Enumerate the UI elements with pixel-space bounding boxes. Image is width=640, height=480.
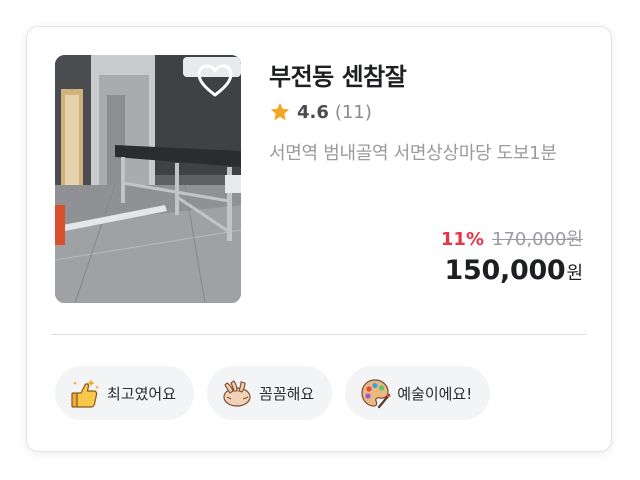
- review-keyword-chips: 최고였어요 꼼꼼해요 예술이에요!: [55, 366, 491, 420]
- thumbs-up-sparkle-icon: [71, 379, 100, 408]
- heart-outline-icon: [197, 64, 233, 97]
- divider: [51, 334, 587, 335]
- star-icon: [270, 102, 290, 121]
- favorite-button[interactable]: [195, 61, 235, 101]
- final-price: 150,000: [444, 255, 566, 286]
- chip-label: 예술이에요!: [397, 384, 473, 403]
- review-chip-best[interactable]: 최고였어요: [55, 366, 195, 420]
- rating-score: 4.6: [297, 101, 329, 123]
- rating-row: 4.6 (11): [269, 101, 372, 123]
- discount-percent: 11%: [440, 229, 484, 250]
- original-price: 170,000원: [492, 229, 583, 250]
- listing-photo[interactable]: [55, 55, 241, 303]
- chip-label: 최고였어요: [107, 384, 177, 403]
- review-chip-art[interactable]: 예술이에요!: [345, 366, 491, 420]
- location-text: 서면역 범내골역 서면상상마당 도보1분: [269, 143, 557, 164]
- listing-title[interactable]: 부전동 센참잘: [269, 57, 407, 92]
- listing-card[interactable]: 부전동 센참잘 4.6 (11) 서면역 범내골역 서면상상마당 도보1분 11…: [26, 26, 612, 452]
- review-chip-thorough[interactable]: 꼼꼼해요: [207, 366, 333, 420]
- massage-hands-icon: [223, 380, 251, 407]
- palette-icon: [361, 379, 391, 409]
- price-block: 11% 170,000원 150,000원: [441, 225, 583, 286]
- chip-label: 꼼꼼해요: [259, 384, 315, 403]
- review-count: (11): [334, 101, 372, 123]
- currency-unit: 원: [566, 263, 583, 284]
